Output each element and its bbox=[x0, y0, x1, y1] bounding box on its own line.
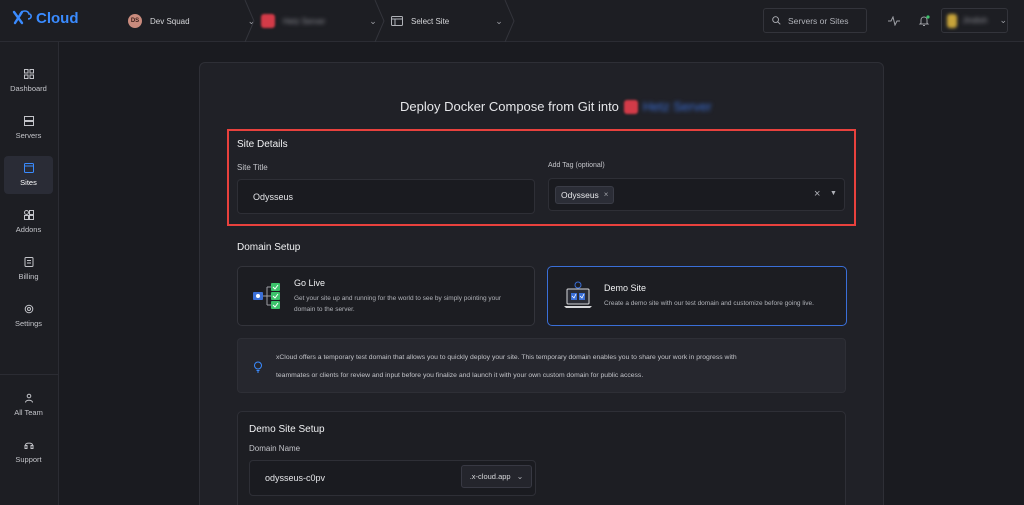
server-icon bbox=[261, 14, 275, 28]
sidebar-item-support[interactable]: Support bbox=[4, 433, 53, 471]
site-title-input[interactable]: Odysseus bbox=[237, 179, 535, 214]
caret-down-icon[interactable]: ▼ bbox=[830, 190, 837, 197]
server-icon bbox=[623, 99, 638, 114]
demo-site-description: Create a demo site with our test domain … bbox=[604, 300, 814, 307]
sidebar-item-addons[interactable]: Addons bbox=[4, 203, 53, 241]
site-title-value: Odysseus bbox=[253, 191, 294, 202]
xcloud-logo[interactable]: Cloud bbox=[12, 9, 79, 27]
page-title-server: Hetz Server bbox=[642, 99, 712, 114]
demo-setup-heading: Demo Site Setup bbox=[249, 424, 325, 435]
server-selector[interactable]: Hetz Server ⌄ bbox=[261, 0, 377, 42]
sidebar-item-dashboard[interactable]: Dashboard bbox=[4, 62, 53, 100]
domain-name-label: Domain Name bbox=[249, 444, 301, 453]
chevron-down-icon: ⌄ bbox=[516, 472, 524, 481]
info-text-line2: teammates or clients for review and inpu… bbox=[276, 372, 644, 379]
chevron-down-icon: ⌄ bbox=[495, 15, 503, 26]
breadcrumb-separator-icon bbox=[504, 0, 515, 42]
go-live-option[interactable]: Go Live Get your site up and running for… bbox=[237, 266, 535, 326]
top-bar: Cloud DS Dev Squad ⌄ Hetz Server ⌄ Selec… bbox=[0, 0, 1024, 42]
sidebar-item-billing[interactable]: Billing bbox=[4, 250, 53, 288]
sidebar-item-label: Support bbox=[15, 455, 42, 464]
info-text-line1: xCloud offers a temporary test domain th… bbox=[276, 354, 737, 361]
sidebar-item-servers[interactable]: Servers bbox=[4, 109, 53, 147]
breadcrumb-separator-icon bbox=[374, 0, 385, 42]
sidebar: Dashboard Servers Sites Addons Billing S… bbox=[0, 42, 59, 505]
page-title: Deploy Docker Compose from Git into Hetz… bbox=[400, 99, 712, 114]
headset-icon bbox=[24, 442, 33, 449]
server-name: Hetz Server bbox=[283, 16, 326, 26]
search-input[interactable]: Servers or Sites bbox=[763, 8, 867, 33]
demo-site-icon bbox=[564, 281, 592, 308]
site-selector[interactable]: Select Site ⌄ bbox=[391, 0, 503, 42]
team-avatar: DS bbox=[128, 14, 142, 28]
sidebar-item-label: Servers bbox=[15, 131, 42, 140]
go-live-title: Go Live bbox=[294, 278, 326, 288]
chevron-down-icon: ⌄ bbox=[999, 15, 1007, 25]
addons-icon bbox=[23, 210, 34, 220]
sidebar-item-label: Dashboard bbox=[10, 84, 47, 93]
demo-site-option[interactable]: Demo Site Create a demo site with our te… bbox=[547, 266, 847, 326]
info-text: xCloud offers a temporary test domain th… bbox=[276, 349, 836, 385]
domain-suffix-value: .x-cloud.app bbox=[469, 472, 511, 481]
search-icon bbox=[772, 16, 781, 25]
team-name: Dev Squad bbox=[150, 16, 190, 26]
user-menu[interactable]: Jindish ⌄ bbox=[941, 8, 1008, 33]
sidebar-item-label: Addons bbox=[15, 225, 42, 234]
sidebar-item-label: Settings bbox=[14, 319, 43, 328]
page-title-text: Deploy Docker Compose from Git into bbox=[400, 99, 619, 114]
gear-icon bbox=[24, 304, 33, 314]
avatar bbox=[947, 13, 957, 28]
receipt-icon bbox=[24, 257, 33, 267]
tag-chip-label: Odysseus bbox=[561, 189, 599, 200]
go-live-desc-line2: domain to the server. bbox=[294, 306, 355, 313]
lightbulb-icon bbox=[254, 361, 262, 373]
remove-tag-icon[interactable]: × bbox=[604, 190, 609, 199]
team-selector[interactable]: DS Dev Squad ⌄ bbox=[128, 0, 255, 42]
bell-icon[interactable] bbox=[916, 13, 932, 29]
sidebar-item-all-team[interactable]: All Team bbox=[4, 386, 53, 424]
sidebar-item-label: Sites bbox=[20, 178, 37, 187]
go-live-icon bbox=[253, 283, 280, 309]
info-notice: xCloud offers a temporary test domain th… bbox=[237, 338, 846, 393]
go-live-description: Get your site up and running for the wor… bbox=[294, 293, 529, 315]
browser-icon bbox=[391, 16, 403, 26]
tag-chip: Odysseus × bbox=[555, 185, 615, 204]
team-icon bbox=[24, 393, 33, 403]
clear-icon[interactable]: × bbox=[814, 188, 820, 200]
demo-site-title: Demo Site bbox=[604, 283, 647, 293]
search-placeholder: Servers or Sites bbox=[788, 15, 849, 26]
tag-select[interactable]: Odysseus × × ▼ bbox=[548, 178, 845, 211]
site-select-label: Select Site bbox=[411, 16, 450, 26]
activity-icon[interactable] bbox=[886, 13, 902, 29]
domain-suffix-select[interactable]: .x-cloud.app ⌄ bbox=[461, 465, 532, 488]
logo-icon bbox=[12, 10, 32, 25]
user-name: Jindish bbox=[962, 16, 988, 25]
domain-name-value: odysseus-c0pv bbox=[265, 473, 326, 483]
browser-icon bbox=[23, 163, 34, 173]
site-details-heading: Site Details bbox=[237, 139, 288, 150]
domain-setup-heading: Domain Setup bbox=[237, 242, 301, 253]
grid-icon bbox=[23, 69, 34, 79]
sidebar-item-label: All Team bbox=[14, 408, 43, 417]
server-icon bbox=[23, 116, 34, 126]
breadcrumb-separator-icon bbox=[244, 0, 255, 42]
sidebar-item-label: Billing bbox=[18, 272, 39, 281]
go-live-desc-line1: Get your site up and running for the wor… bbox=[294, 295, 502, 302]
sidebar-item-sites[interactable]: Sites bbox=[4, 156, 53, 194]
tag-label: Add Tag (optional) bbox=[548, 162, 605, 169]
sidebar-item-settings[interactable]: Settings bbox=[4, 297, 53, 335]
sidebar-divider bbox=[0, 374, 59, 375]
site-title-label: Site Title bbox=[237, 163, 268, 172]
logo-text: Cloud bbox=[36, 9, 79, 27]
